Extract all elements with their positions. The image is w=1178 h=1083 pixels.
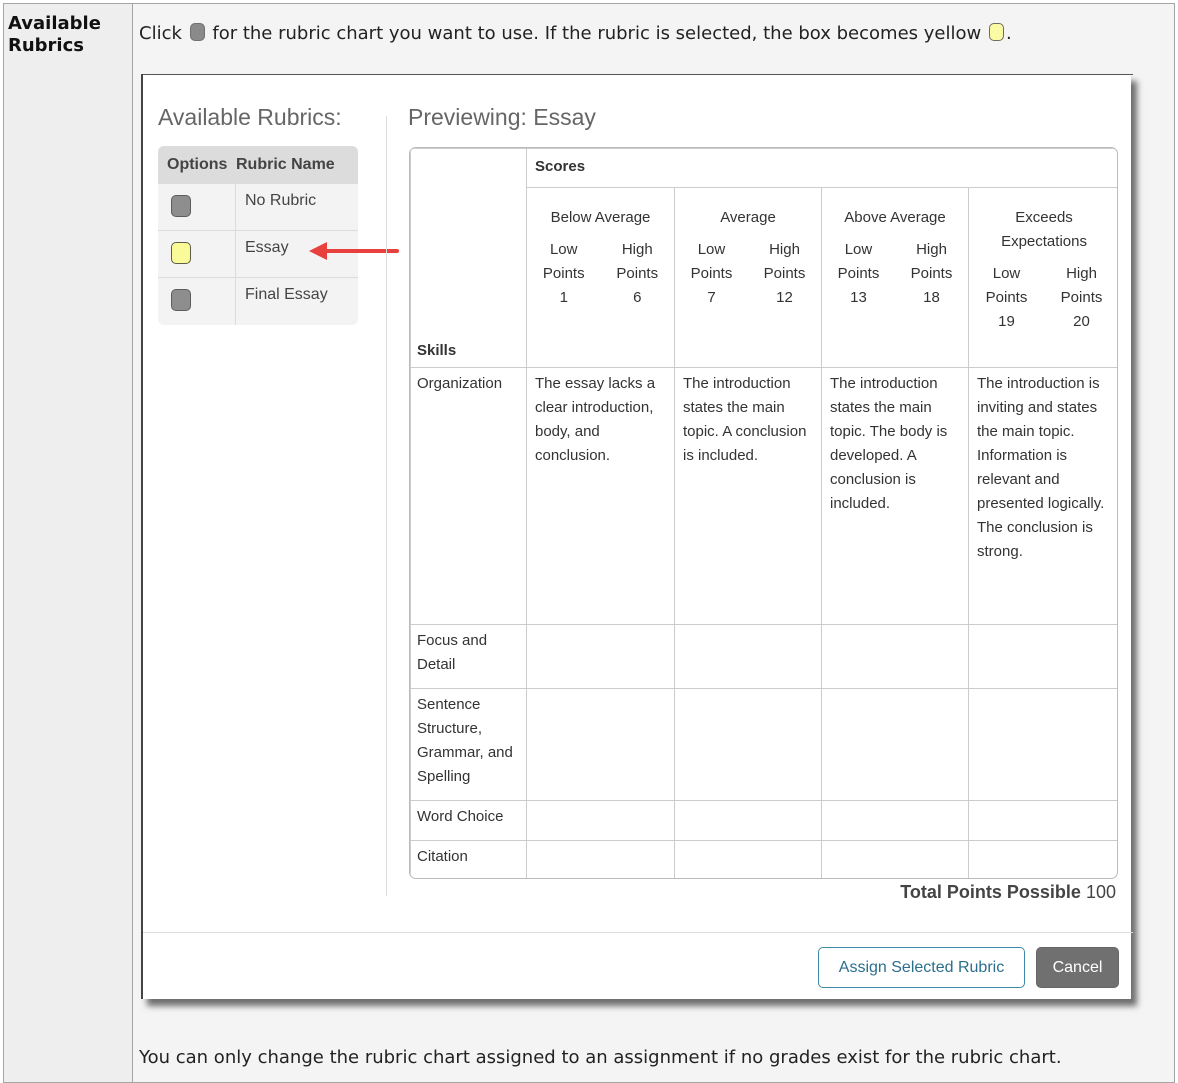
descriptor-cell: [821, 840, 969, 878]
available-rubrics-title: Available Rubrics:: [158, 104, 342, 130]
skill-row-word-choice: Word Choice: [410, 800, 1117, 841]
descriptor-cell: [821, 624, 969, 689]
rubric-modal: Available Rubrics: Options Rubric Name N…: [141, 74, 1133, 999]
option-checkbox[interactable]: [171, 195, 191, 217]
level-average: Average Low Points 7 High Points 12: [674, 187, 822, 368]
vertical-divider: [386, 116, 387, 896]
descriptor-cell: [526, 688, 675, 801]
options-header: Options: [167, 156, 228, 173]
low-value: 7: [707, 289, 716, 306]
high-label: High: [1066, 265, 1097, 282]
total-value: 100: [1085, 882, 1116, 902]
skill-name: Word Choice: [410, 800, 527, 841]
scores-header: Scores: [525, 148, 1117, 188]
points-label: Points: [690, 265, 733, 282]
descriptor-cell: [967, 800, 1117, 841]
level-name: Exceeds Expectations: [1001, 209, 1087, 250]
points-label: Points: [837, 265, 880, 282]
rubric-list-header: Options Rubric Name: [158, 146, 358, 184]
total-points: Total Points Possible 100: [900, 882, 1116, 903]
skill-name: Citation: [410, 840, 527, 878]
rubric-row-final-essay[interactable]: Final Essay: [158, 278, 358, 325]
descriptor-cell: [674, 688, 822, 801]
level-below-average: Below Average Low Points 1 High Points 6: [526, 187, 675, 368]
low-value: 19: [998, 313, 1015, 330]
high-label: High: [769, 241, 800, 258]
option-checkbox-selected[interactable]: [171, 242, 191, 264]
gray-box-icon: [189, 23, 205, 41]
skill-name: Sentence Structure, Grammar, and Spellin…: [410, 688, 527, 801]
descriptor-cell: [967, 688, 1117, 801]
descriptor-cell: The introduction states the main topic. …: [674, 367, 822, 625]
low-label: Low: [844, 241, 873, 258]
rubric-name-header: Rubric Name: [236, 156, 335, 173]
option-checkbox[interactable]: [171, 289, 191, 311]
total-label: Total Points Possible: [900, 882, 1081, 902]
descriptor-cell: [526, 840, 675, 878]
level-exceeds-expectations: Exceeds Expectations Low Points 19 High Poi…: [967, 187, 1117, 368]
skill-row-sentence-structure: Sentence Structure, Grammar, and Spellin…: [410, 688, 1117, 801]
points-label: Points: [1060, 289, 1103, 306]
skill-row-organization: Organization The essay lacks a clear int…: [410, 367, 1117, 625]
descriptor-cell: The essay lacks a clear introduction, bo…: [526, 367, 675, 625]
points-label: Points: [910, 265, 953, 282]
level-name: Average: [720, 209, 776, 226]
row-label: Available Rubrics: [8, 13, 101, 56]
level-name: Above Average: [844, 209, 946, 226]
doc-table: Available Rubrics Click for the rubric c…: [3, 3, 1175, 1083]
low-label: Low: [549, 241, 578, 258]
rubric-name: Final Essay: [245, 286, 328, 303]
high-label: High: [916, 241, 947, 258]
skills-header: Skills: [410, 148, 527, 368]
assign-selected-rubric-button[interactable]: Assign Selected Rubric: [818, 947, 1025, 988]
intro-part3: .: [1005, 23, 1012, 44]
high-value: 12: [776, 289, 793, 306]
level-name: Below Average: [550, 209, 651, 226]
high-label: High: [621, 241, 653, 258]
points-label: Points: [542, 265, 585, 282]
rubric-list: Options Rubric Name No Rubric Essay Fina…: [158, 146, 358, 325]
low-label: Low: [992, 265, 1021, 282]
yellow-box-icon: [988, 23, 1004, 41]
descriptor-cell: [967, 624, 1117, 689]
skill-name: Organization: [410, 367, 527, 625]
descriptor-cell: [674, 624, 822, 689]
skill-name: Focus and Detail: [410, 624, 527, 689]
intro-part1: Click: [139, 23, 182, 44]
descriptor-cell: [526, 624, 675, 689]
high-value: 6: [633, 289, 642, 306]
skill-row-citation: Citation: [410, 840, 1117, 878]
label-column: Available Rubrics: [4, 4, 133, 1082]
intro-text: Click for the rubric chart you want to u…: [139, 23, 1012, 44]
rubric-name: No Rubric: [245, 192, 317, 209]
footer-divider: [143, 932, 1133, 933]
low-value: 13: [850, 289, 867, 306]
high-value: 18: [923, 289, 940, 306]
low-label: Low: [697, 241, 726, 258]
rubric-row-no-rubric[interactable]: No Rubric: [158, 184, 358, 231]
note-text: You can only change the rubric chart ass…: [139, 1047, 1062, 1068]
points-label: Points: [763, 265, 806, 282]
cancel-button[interactable]: Cancel: [1036, 947, 1119, 988]
descriptor-cell: [821, 800, 969, 841]
modal-top-border: [143, 74, 1133, 75]
preview-title: Previewing: Essay: [408, 104, 596, 130]
descriptor-cell: [821, 688, 969, 801]
intro-part2: for the rubric chart you want to use. If…: [212, 23, 982, 44]
rubric-grid: Skills Scores Below Average Low Points 1 H…: [409, 147, 1118, 879]
level-above-average: Above Average Low Points 13 High Points 18: [821, 187, 969, 368]
points-label: Points: [985, 289, 1028, 306]
rubric-name: Essay: [245, 239, 289, 256]
descriptor-cell: [967, 840, 1117, 878]
points-label: Points: [616, 265, 659, 282]
high-value: 20: [1073, 313, 1090, 330]
skill-row-focus-and-detail: Focus and Detail: [410, 624, 1117, 689]
descriptor-cell: [674, 800, 822, 841]
descriptor-cell: [674, 840, 822, 878]
low-value: 1: [559, 289, 568, 306]
descriptor-cell: The introduction states the main topic. …: [821, 367, 969, 625]
descriptor-cell: The introduction is inviting and states …: [967, 367, 1117, 625]
descriptor-cell: [526, 800, 675, 841]
